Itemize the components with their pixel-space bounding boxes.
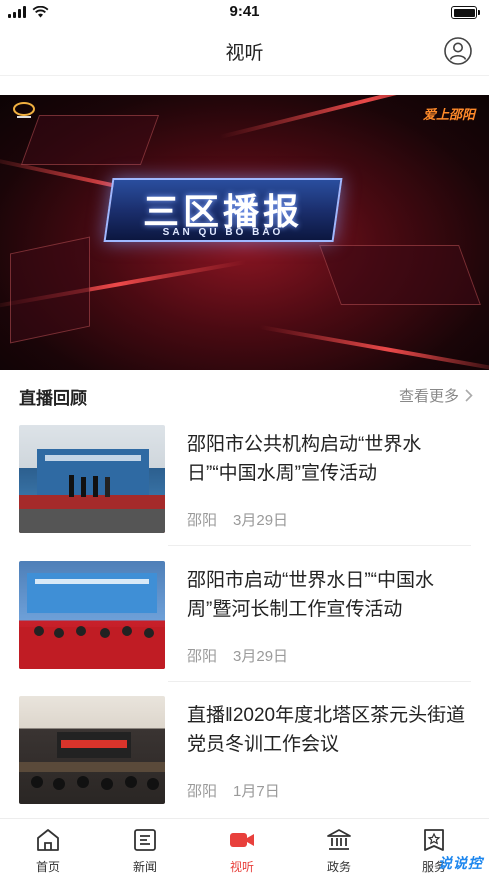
watermark-logo: 说说控 — [438, 855, 483, 871]
banner-subtitle: SAN QU BO BAO — [162, 227, 284, 238]
status-time: 9:41 — [229, 3, 260, 20]
news-date: 3月29日 — [233, 512, 289, 529]
tab-label: 政务 — [326, 860, 351, 874]
tab-news[interactable]: 新闻 — [115, 825, 175, 874]
tab-label: 新闻 — [132, 860, 157, 874]
news-item[interactable]: 邵阳市公共机构启动“世界水日”“中国水周”宣传活动 邵阳 3月29日 — [19, 425, 471, 535]
home-icon — [37, 829, 59, 851]
news-thumbnail — [19, 561, 165, 669]
news-meta: 邵阳 3月29日 — [187, 645, 288, 666]
news-meta: 邵阳 3月29日 — [187, 509, 288, 530]
tab-video[interactable]: 视听 — [212, 825, 272, 874]
news-source: 邵阳 — [187, 648, 218, 665]
tab-home[interactable]: 首页 — [18, 825, 78, 874]
status-bar: 9:41 — [0, 0, 489, 26]
news-title: 邵阳市公共机构启动“世界水日”“中国水周”宣传活动 — [187, 434, 422, 484]
bottom-tab-bar: 首页 新闻 视听 政务 服务 — [0, 818, 489, 875]
news-date: 3月29日 — [233, 648, 289, 665]
news-title: 邵阳市启动“世界水日”“中国水周”暨河长制工作宣传活动 — [187, 570, 434, 620]
service-icon — [424, 829, 444, 851]
news-item[interactable]: 邵阳市启动“世界水日”“中国水周”暨河长制工作宣传活动 邵阳 3月29日 — [19, 561, 471, 671]
news-thumbnail — [19, 696, 165, 804]
wifi-icon — [32, 6, 49, 18]
news-source: 邵阳 — [187, 512, 218, 529]
page-title: 视听 — [225, 43, 264, 64]
news-item[interactable]: 直播‖2020年度北塔区茶元头街道党员冬训工作会议 邵阳 1月7日 — [19, 696, 471, 806]
section-title: 直播回顾 — [19, 389, 87, 408]
divider — [168, 681, 471, 682]
signal-icon — [8, 6, 26, 18]
section-header: 直播回顾 查看更多 — [0, 380, 489, 410]
divider — [168, 545, 471, 546]
battery-icon — [451, 6, 480, 19]
nav-bar: 视听 — [0, 26, 489, 76]
news-thumbnail — [19, 425, 165, 533]
news-meta: 邵阳 1月7日 — [187, 780, 280, 801]
tab-government[interactable]: 政务 — [309, 825, 369, 874]
see-more-link[interactable]: 查看更多 — [399, 385, 473, 406]
news-date: 1月7日 — [233, 783, 280, 800]
government-icon — [327, 829, 351, 850]
tab-label: 首页 — [35, 860, 60, 874]
chevron-right-icon — [465, 389, 473, 402]
channel-logo-icon — [13, 102, 35, 118]
tab-label: 视听 — [229, 860, 254, 874]
news-icon — [134, 829, 156, 851]
news-title: 直播‖2020年度北塔区茶元头街道党员冬训工作会议 — [187, 705, 466, 755]
see-more-label: 查看更多 — [398, 388, 459, 405]
user-profile-icon[interactable] — [443, 36, 473, 66]
banner-brand-logo: 爱上邵阳 — [422, 107, 475, 122]
video-camera-icon — [230, 833, 254, 847]
news-source: 邵阳 — [187, 783, 218, 800]
